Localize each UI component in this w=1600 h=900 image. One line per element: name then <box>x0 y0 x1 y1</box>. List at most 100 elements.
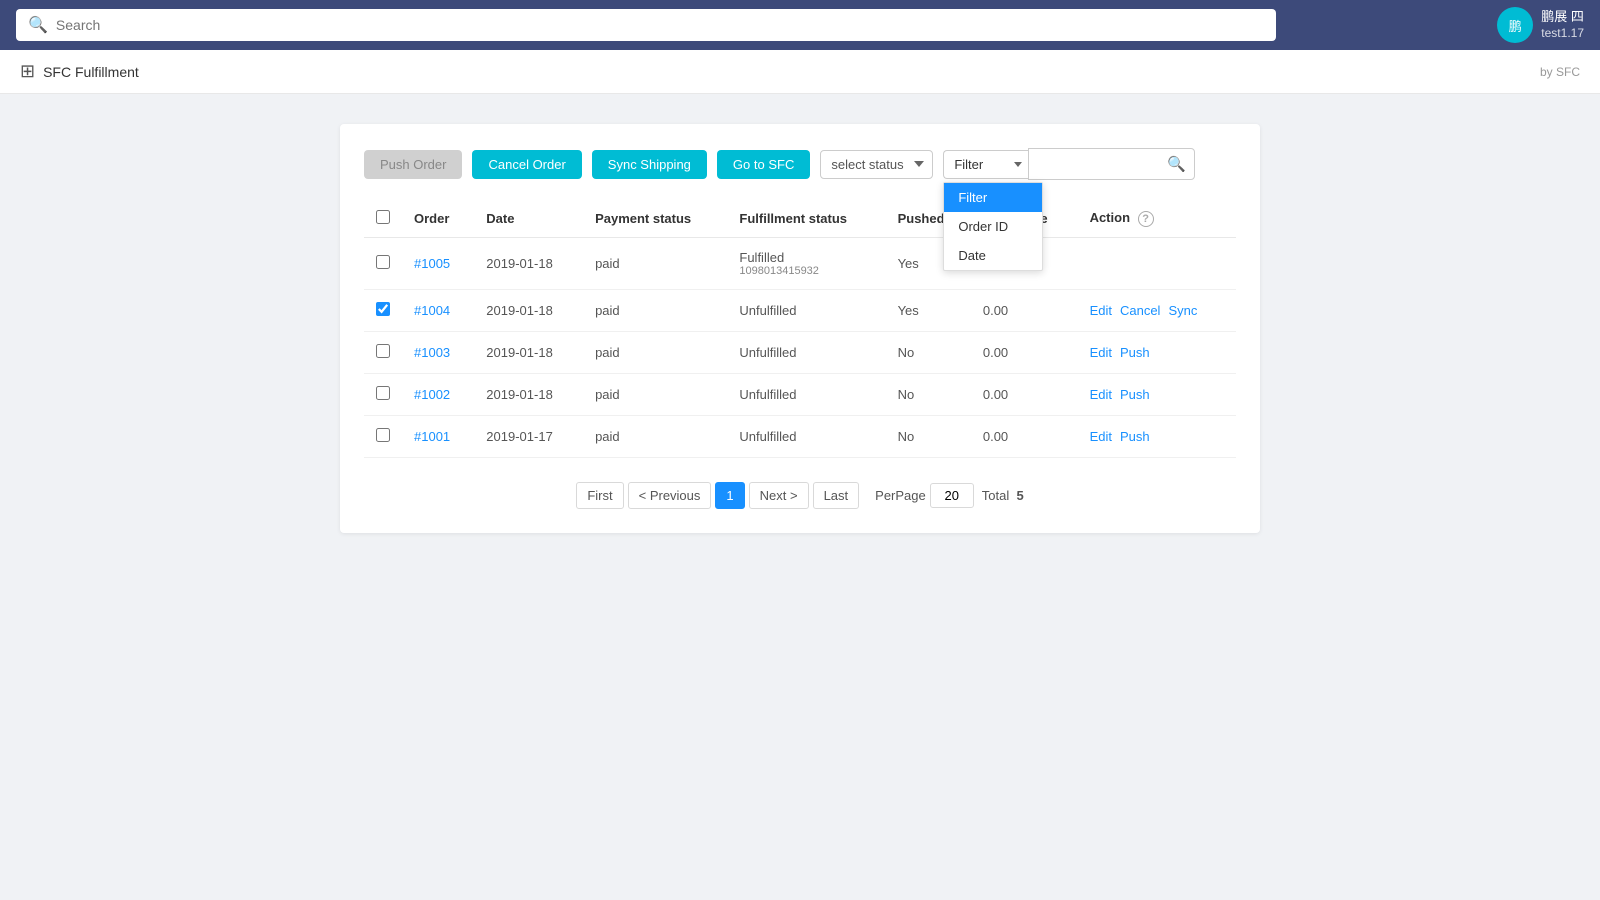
payment-status-4: paid <box>583 416 727 458</box>
actions-2: Edit Push <box>1078 332 1236 374</box>
total-price-2: 0.00 <box>971 332 1078 374</box>
app-title: SFC Fulfillment <box>43 64 139 80</box>
order-table: Order Date Payment status Fulfillment st… <box>364 200 1236 458</box>
payment-status-2: paid <box>583 332 727 374</box>
order-link-4[interactable]: #1001 <box>414 429 450 444</box>
app-title-area: ⊞ SFC Fulfillment <box>20 61 139 82</box>
table-row: #10052019-01-18paidFulfilled109801341593… <box>364 238 1236 290</box>
total-price-1: 0.00 <box>971 290 1078 332</box>
filter-dropdown: Filter Order ID Date <box>943 182 1043 271</box>
filter-text-input[interactable] <box>1029 151 1159 178</box>
col-date: Date <box>474 200 583 238</box>
filter-option-orderid[interactable]: Order ID <box>944 212 1042 241</box>
actions-1: Edit Cancel Sync <box>1078 290 1236 332</box>
order-date-4: 2019-01-17 <box>474 416 583 458</box>
order-date-2: 2019-01-18 <box>474 332 583 374</box>
user-info: 鹏展 四 test1.17 <box>1541 9 1584 41</box>
app-bar: ⊞ SFC Fulfillment by SFC <box>0 50 1600 94</box>
actions-0 <box>1078 238 1236 290</box>
page-1-button[interactable]: 1 <box>715 482 744 509</box>
filter-area: Filter Order ID Date 🔍 Filter Order ID D… <box>943 148 1195 180</box>
table-row: #10032019-01-18paidUnfulfilledNo0.00Edit… <box>364 332 1236 374</box>
status-select[interactable]: select status <box>820 150 933 179</box>
user-sub: test1.17 <box>1541 26 1584 42</box>
filter-type-select[interactable]: Filter Order ID Date <box>943 150 1028 179</box>
push-order-button[interactable]: Push Order <box>364 150 462 179</box>
grid-icon: ⊞ <box>20 61 35 82</box>
row-checkbox-4[interactable] <box>376 428 390 442</box>
order-link-3[interactable]: #1002 <box>414 387 450 402</box>
order-date-0: 2019-01-18 <box>474 238 583 290</box>
table-row: #10022019-01-18paidUnfulfilledNo0.00Edit… <box>364 374 1236 416</box>
col-fulfillment: Fulfillment status <box>727 200 885 238</box>
col-order: Order <box>402 200 474 238</box>
col-action: Action ? <box>1078 200 1236 238</box>
row-checkbox-3[interactable] <box>376 386 390 400</box>
col-payment: Payment status <box>583 200 727 238</box>
filter-option-filter[interactable]: Filter <box>944 183 1042 212</box>
fulfillment-status-2: Unfulfilled <box>727 332 885 374</box>
action-sync-1[interactable]: Sync <box>1168 303 1197 318</box>
user-name: 鹏展 四 <box>1541 9 1584 26</box>
action-push-2[interactable]: Push <box>1120 345 1150 360</box>
order-link-1[interactable]: #1004 <box>414 303 450 318</box>
total-price-3: 0.00 <box>971 374 1078 416</box>
fulfillment-status-3: Unfulfilled <box>727 374 885 416</box>
cancel-order-button[interactable]: Cancel Order <box>472 150 581 179</box>
filter-input-wrap: 🔍 <box>1028 148 1195 180</box>
payment-status-0: paid <box>583 238 727 290</box>
prev-page-button[interactable]: < Previous <box>628 482 712 509</box>
fulfillment-status-4: Unfulfilled <box>727 416 885 458</box>
pushed-2: No <box>886 332 971 374</box>
perpage-label: PerPage <box>875 488 926 503</box>
go-to-sfc-button[interactable]: Go to SFC <box>717 150 810 179</box>
row-checkbox-2[interactable] <box>376 344 390 358</box>
sync-shipping-button[interactable]: Sync Shipping <box>592 150 707 179</box>
payment-status-1: paid <box>583 290 727 332</box>
action-edit-2[interactable]: Edit <box>1090 345 1112 360</box>
search-icon: 🔍 <box>28 15 48 35</box>
search-container: 🔍 <box>16 9 1276 41</box>
pushed-3: No <box>886 374 971 416</box>
actions-4: Edit Push <box>1078 416 1236 458</box>
fulfillment-status-1: Unfulfilled <box>727 290 885 332</box>
user-area: 鹏 鹏展 四 test1.17 <box>1477 7 1584 43</box>
pagination-bar: First < Previous 1 Next > Last PerPage T… <box>364 482 1236 509</box>
select-all-checkbox[interactable] <box>376 210 390 224</box>
total-price-4: 0.00 <box>971 416 1078 458</box>
top-bar: 🔍 鹏 鹏展 四 test1.17 <box>0 0 1600 50</box>
toolbar: Push Order Cancel Order Sync Shipping Go… <box>364 148 1236 180</box>
action-push-3[interactable]: Push <box>1120 387 1150 402</box>
search-input[interactable] <box>56 17 1264 33</box>
avatar: 鹏 <box>1497 7 1533 43</box>
order-date-1: 2019-01-18 <box>474 290 583 332</box>
table-row: #10042019-01-18paidUnfulfilledYes0.00Edi… <box>364 290 1236 332</box>
action-edit-3[interactable]: Edit <box>1090 387 1112 402</box>
pushed-4: No <box>886 416 971 458</box>
order-card: Push Order Cancel Order Sync Shipping Go… <box>340 124 1260 533</box>
payment-status-3: paid <box>583 374 727 416</box>
fulfillment-sub-0: 1098013415932 <box>739 265 873 277</box>
last-page-button[interactable]: Last <box>813 482 860 509</box>
main-content: Push Order Cancel Order Sync Shipping Go… <box>0 94 1600 563</box>
action-help-icon[interactable]: ? <box>1138 211 1154 227</box>
order-link-0[interactable]: #1005 <box>414 256 450 271</box>
action-cancel-1[interactable]: Cancel <box>1120 303 1160 318</box>
action-edit-4[interactable]: Edit <box>1090 429 1112 444</box>
first-page-button[interactable]: First <box>576 482 623 509</box>
row-checkbox-0[interactable] <box>376 255 390 269</box>
filter-option-date[interactable]: Date <box>944 241 1042 270</box>
action-edit-1[interactable]: Edit <box>1090 303 1112 318</box>
order-date-3: 2019-01-18 <box>474 374 583 416</box>
table-row: #10012019-01-17paidUnfulfilledNo0.00Edit… <box>364 416 1236 458</box>
order-link-2[interactable]: #1003 <box>414 345 450 360</box>
actions-3: Edit Push <box>1078 374 1236 416</box>
next-page-button[interactable]: Next > <box>749 482 809 509</box>
perpage-input[interactable] <box>930 483 974 508</box>
total-label: Total 5 <box>982 488 1024 503</box>
pushed-1: Yes <box>886 290 971 332</box>
action-push-4[interactable]: Push <box>1120 429 1150 444</box>
by-sfc-label: by SFC <box>1540 65 1580 79</box>
row-checkbox-1[interactable] <box>376 302 390 316</box>
filter-search-button[interactable]: 🔍 <box>1159 149 1194 179</box>
